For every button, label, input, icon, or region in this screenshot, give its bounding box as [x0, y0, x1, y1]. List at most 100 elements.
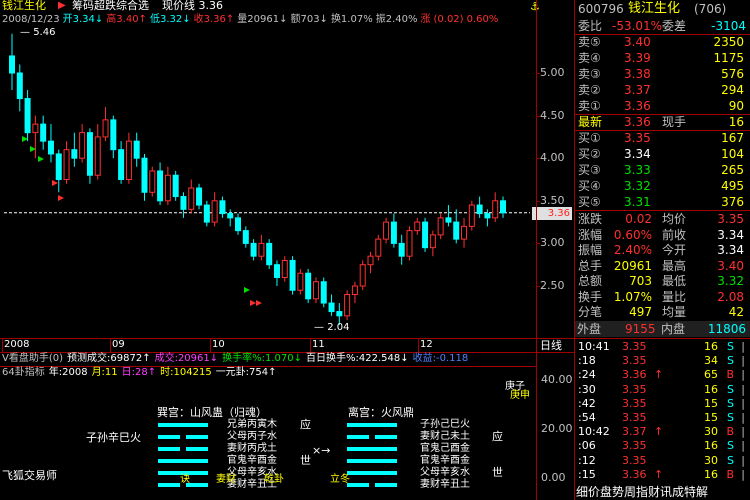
candle[interactable]	[484, 213, 491, 219]
candle[interactable]	[40, 123, 47, 142]
candle[interactable]	[266, 242, 273, 266]
gua-indicator-row[interactable]: 64卦指标 年:2008 月:11 日:28↑ 时:104215 一元卦:754↑	[2, 367, 277, 379]
quote-volume: 2350	[713, 35, 744, 49]
gua-line-text: 父母辛亥水	[420, 467, 470, 478]
candle[interactable]	[242, 230, 249, 244]
candle[interactable]	[32, 123, 39, 134]
candle[interactable]	[16, 72, 23, 100]
candle[interactable]	[141, 157, 148, 193]
candle[interactable]	[453, 221, 460, 240]
candle[interactable]	[110, 119, 117, 151]
tick-row: :15 3.36 ↑ 16 B |	[576, 468, 748, 482]
candle[interactable]	[406, 230, 413, 257]
candle[interactable]	[227, 213, 234, 219]
candle[interactable]	[250, 242, 257, 257]
candle[interactable]	[351, 285, 358, 296]
candle[interactable]	[172, 174, 179, 198]
candle[interactable]	[492, 200, 499, 219]
gua-tick: 20.00	[541, 422, 573, 435]
candle[interactable]	[125, 140, 132, 181]
candle[interactable]	[71, 149, 78, 159]
stat-label: 涨跌	[578, 212, 603, 226]
candle[interactable]	[258, 242, 265, 257]
candle[interactable]	[367, 255, 374, 266]
gua-value: 日:28↑	[121, 367, 157, 378]
candle[interactable]	[359, 264, 366, 287]
quote-row[interactable]: 卖⑤ 3.40 2350	[576, 34, 748, 50]
candle[interactable]	[188, 187, 195, 210]
latest-row: 最新 3.36 现手 16	[578, 115, 744, 129]
quote-row[interactable]: 卖① 3.36 90	[576, 98, 748, 114]
quote-row[interactable]: 买① 3.35 167	[576, 130, 748, 146]
candle[interactable]	[203, 204, 210, 223]
candle[interactable]	[164, 174, 171, 202]
candle[interactable]	[63, 149, 70, 180]
candle[interactable]	[180, 196, 187, 210]
tick-time: :54	[578, 411, 596, 424]
candle[interactable]	[289, 259, 296, 291]
gua-title: 64卦指标	[2, 367, 45, 378]
lock-icon[interactable]: ⚓	[530, 0, 540, 13]
candle[interactable]	[102, 119, 109, 138]
quote-row[interactable]: 卖④ 3.39 1175	[576, 50, 748, 66]
stat-value: 0.60%	[613, 227, 652, 242]
candle[interactable]	[320, 281, 327, 304]
candle[interactable]	[344, 294, 351, 317]
candle[interactable]	[398, 242, 405, 257]
bottom-toolbar[interactable]: 细价盘势周指财讯成特解	[576, 484, 750, 500]
candle[interactable]	[86, 132, 93, 176]
tick-time: :06	[578, 439, 596, 453]
candle[interactable]	[383, 221, 390, 240]
candle[interactable]	[24, 98, 31, 134]
candle[interactable]	[211, 200, 218, 223]
indicator-row[interactable]: V看盘助手(0) 预测成交:69872↑ 成交:20961↓ 换手率%:1.070↓ 百…	[2, 353, 468, 365]
candle[interactable]	[118, 149, 125, 180]
tick-row: :18 3.35 34 S |	[576, 354, 748, 368]
candle[interactable]	[273, 264, 280, 278]
candle[interactable]	[500, 200, 506, 214]
indicator-name[interactable]: 筹码超跌综合选	[72, 0, 149, 12]
candle[interactable]	[157, 170, 164, 202]
quote-row[interactable]: 买⑤ 3.31 376	[576, 194, 748, 210]
candle[interactable]	[79, 132, 86, 159]
candle[interactable]	[429, 234, 436, 249]
stat-value: 3.34	[717, 227, 744, 242]
period-label[interactable]: 日线	[540, 340, 562, 352]
candle[interactable]	[461, 225, 468, 240]
candle[interactable]	[149, 170, 156, 193]
candle[interactable]	[94, 136, 101, 176]
candle[interactable]	[375, 238, 382, 257]
stat-label: 振幅	[578, 243, 603, 257]
candle[interactable]	[476, 204, 483, 215]
candle[interactable]	[281, 259, 288, 278]
quote-label: 卖③	[578, 67, 601, 81]
candle[interactable]	[196, 187, 203, 206]
quote-row[interactable]: 买② 3.34 104	[576, 146, 748, 162]
candle[interactable]	[297, 272, 304, 291]
candle[interactable]	[305, 272, 312, 300]
quote-row[interactable]: 卖② 3.37 294	[576, 82, 748, 98]
candle[interactable]	[47, 140, 54, 155]
candle[interactable]	[422, 221, 429, 249]
quote-row[interactable]: 买③ 3.33 265	[576, 162, 748, 178]
candle[interactable]	[133, 140, 140, 159]
candle[interactable]	[312, 281, 319, 300]
month-label: 2008	[4, 339, 30, 350]
quote-row[interactable]: 卖③ 3.38 576	[576, 66, 748, 82]
candle[interactable]	[437, 217, 444, 236]
stat-row: 涨跌 0.02 均价 3.35	[576, 211, 748, 227]
tick-indicator-icon: |	[741, 382, 745, 396]
candle[interactable]	[390, 221, 397, 244]
stat-value: 3.34	[717, 243, 744, 257]
candle[interactable]	[55, 153, 62, 181]
candle[interactable]	[219, 200, 226, 215]
candle[interactable]	[336, 311, 343, 317]
candle[interactable]	[414, 221, 421, 232]
quote-row[interactable]: 买④ 3.32 495	[576, 178, 748, 194]
candle[interactable]	[468, 204, 475, 227]
candle[interactable]	[445, 217, 452, 223]
candle[interactable]	[9, 55, 15, 74]
candle[interactable]	[328, 302, 335, 313]
candlestick-chart[interactable]	[0, 28, 536, 338]
candle[interactable]	[235, 217, 242, 232]
